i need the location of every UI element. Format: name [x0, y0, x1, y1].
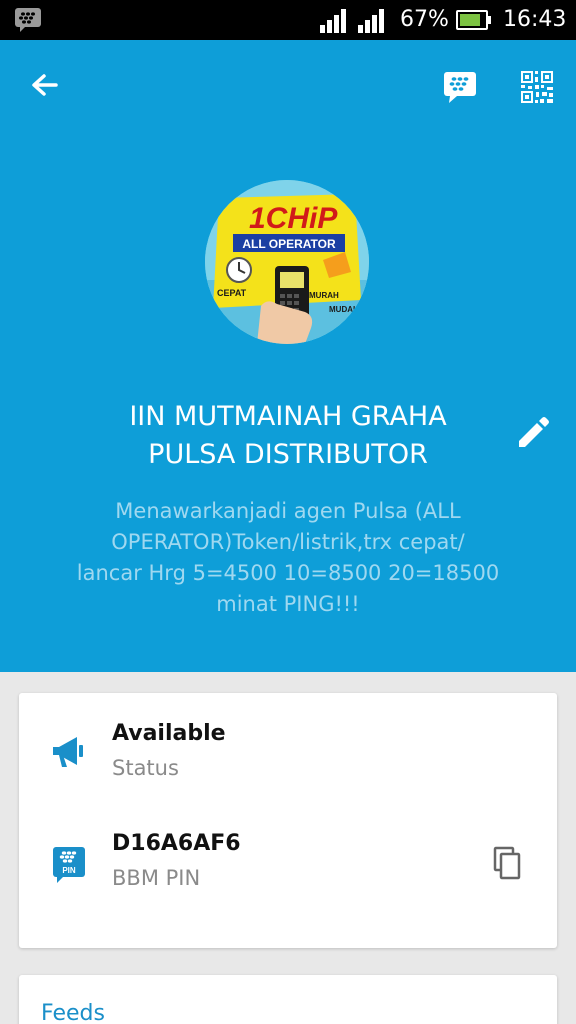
status-bar: 67% 16:43	[0, 0, 576, 40]
avatar-brand-text: 1CHiP	[249, 202, 338, 235]
signal-icon	[358, 9, 384, 33]
battery-icon	[456, 10, 491, 30]
bbm-pin-label: BBM PIN	[112, 866, 201, 890]
profile-avatar[interactable]: 1CHiP ALL OPERATOR CEPAT MURAH MUDAH	[205, 180, 369, 344]
feeds-title: Feeds	[41, 1001, 105, 1024]
bbm-pin-row[interactable]: PIN D16A6AF6 BBM PIN	[19, 821, 557, 911]
profile-message-line: OPERATOR)Token/listrik,trx cepat/	[111, 530, 465, 554]
pin-icon-text: PIN	[62, 866, 76, 875]
profile-message-line: minat PING!!!	[216, 592, 360, 616]
status-label: Status	[112, 756, 179, 780]
megaphone-icon	[53, 737, 83, 767]
profile-message-line: lancar Hrg 5=4500 10=8500 20=18500	[76, 561, 500, 585]
avatar-word-mudah: MUDAH	[329, 305, 359, 314]
status-value: Available	[112, 721, 226, 746]
profile-name: IIN MUTMAINAH GRAHA PULSA DISTRIBUTOR	[60, 398, 516, 474]
avatar-word-murah: MURAH	[309, 291, 339, 300]
profile-header: 1CHiP ALL OPERATOR CEPAT MURAH MUDAH IIN…	[0, 40, 576, 672]
bbm-notification-icon	[15, 8, 41, 32]
qr-code-icon[interactable]	[516, 66, 558, 108]
profile-name-line: IIN MUTMAINAH GRAHA	[129, 401, 447, 432]
contact-info-card: Available Status PIN D16A6AF6 BBM PIN	[19, 693, 557, 948]
feeds-card: Feeds	[19, 975, 557, 1024]
status-row[interactable]: Available Status	[19, 711, 557, 801]
profile-message-line: Menawarkanjadi agen Pulsa (ALL	[115, 499, 461, 523]
bbm-pin-icon: PIN	[53, 847, 85, 883]
back-arrow-icon[interactable]	[24, 66, 64, 106]
clock: 16:43	[503, 7, 567, 32]
avatar-tagline: ALL OPERATOR	[242, 237, 336, 251]
signal-icon	[320, 9, 346, 33]
avatar-image: 1CHiP ALL OPERATOR CEPAT MURAH MUDAH	[205, 180, 369, 344]
battery-percentage: 67%	[400, 7, 449, 32]
bbm-chat-icon[interactable]	[438, 64, 482, 108]
profile-name-line: PULSA DISTRIBUTOR	[148, 439, 428, 470]
avatar-word-cepat: CEPAT	[217, 288, 247, 298]
profile-status-message: Menawarkanjadi agen Pulsa (ALL OPERATOR)…	[50, 496, 526, 620]
copy-icon[interactable]	[489, 843, 525, 883]
edit-pencil-icon[interactable]	[512, 414, 552, 454]
bbm-pin-value: D16A6AF6	[112, 831, 241, 856]
